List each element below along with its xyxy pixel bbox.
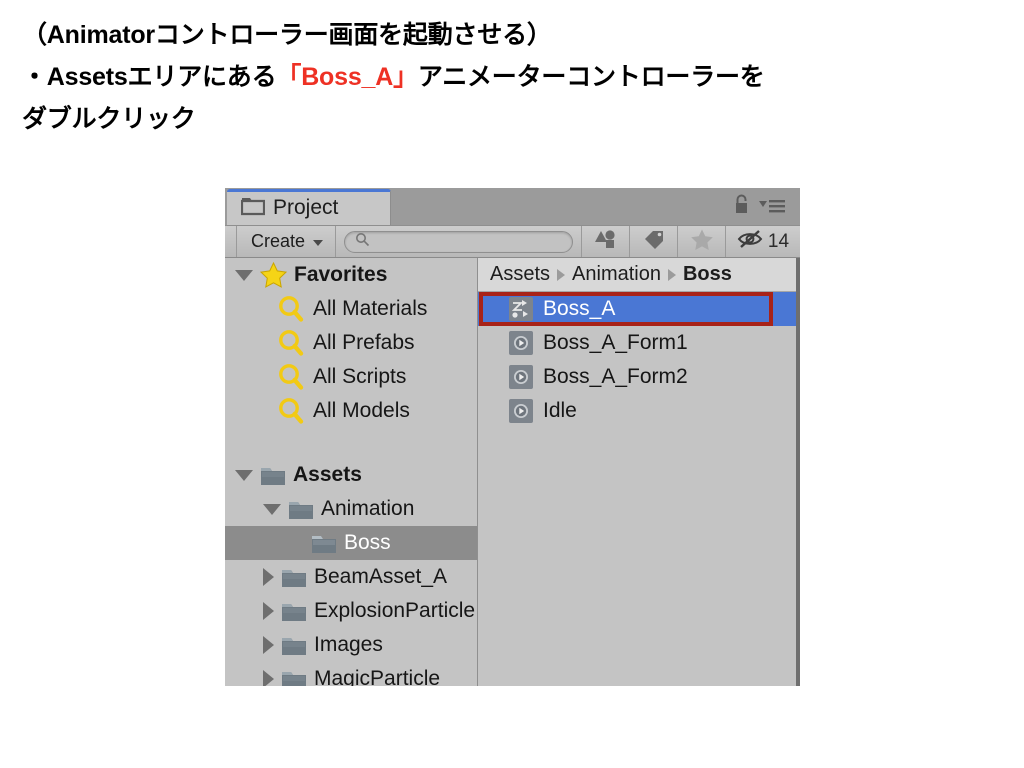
breadcrumb-item-assets[interactable]: Assets xyxy=(490,263,550,286)
tree-item-label: ExplosionParticle xyxy=(314,599,476,622)
tree-item-label: All Materials xyxy=(313,297,428,320)
hidden-assets-button[interactable]: 14 xyxy=(726,226,800,257)
triangle-closed-icon[interactable] xyxy=(263,568,274,586)
tree-item-assets[interactable]: Assets xyxy=(225,458,477,492)
search-icon xyxy=(355,232,370,252)
star-icon xyxy=(690,228,714,256)
tree-item-favorites[interactable]: Favorites xyxy=(225,258,477,292)
folder-icon xyxy=(281,669,307,686)
instruction-line-3: ダブルクリック xyxy=(22,105,196,133)
triangle-closed-icon[interactable] xyxy=(263,636,274,654)
instruction-line-1: （Animatorコントローラー画面を起動させる） xyxy=(22,21,552,49)
lock-icon[interactable] xyxy=(733,194,750,221)
tree-item-all-prefabs[interactable]: All Prefabs xyxy=(225,326,477,360)
create-button[interactable]: Create xyxy=(237,226,337,257)
animation-clip-icon xyxy=(509,399,533,423)
asset-row-boss-a[interactable]: Boss_A xyxy=(478,292,796,326)
search-icon xyxy=(277,363,306,392)
asset-row-idle[interactable]: Idle xyxy=(478,394,796,428)
toolbar-left-pad xyxy=(225,226,237,257)
tree-item-label: All Scripts xyxy=(313,365,407,388)
tree-item-label: Animation xyxy=(321,497,415,520)
search-input[interactable] xyxy=(344,230,573,253)
asset-row-boss-a-form2[interactable]: Boss_A_Form2 xyxy=(478,360,796,394)
folder-icon xyxy=(260,465,286,486)
chevron-down-icon xyxy=(313,239,324,246)
tree-item-label: MagicParticle xyxy=(314,667,441,686)
hidden-assets-count: 14 xyxy=(767,230,790,252)
triangle-closed-icon[interactable] xyxy=(263,670,274,686)
shapes-filter-icon xyxy=(593,228,619,255)
chevron-right-icon xyxy=(557,268,566,281)
asset-row-label: Boss_A_Form2 xyxy=(543,365,688,388)
hamburger-menu-icon[interactable] xyxy=(758,196,786,219)
search-icon xyxy=(277,295,306,324)
instruction-highlight-bossa: 「Boss_A」 xyxy=(276,63,418,91)
project-folder-icon xyxy=(240,196,266,221)
tree-item-label: Images xyxy=(314,633,383,656)
triangle-closed-icon[interactable] xyxy=(263,602,274,620)
asset-row-label: Boss_A_Form1 xyxy=(543,331,688,354)
tree-item-label: BeamAsset_A xyxy=(314,565,448,588)
breadcrumb-item-boss[interactable]: Boss xyxy=(683,263,732,286)
tree-item-animation[interactable]: Animation xyxy=(225,492,477,526)
triangle-open-icon[interactable] xyxy=(263,503,281,515)
tree-item-label: Boss xyxy=(344,531,391,554)
filter-by-label-button[interactable] xyxy=(630,226,678,257)
asset-row-boss-a-form1[interactable]: Boss_A_Form1 xyxy=(478,326,796,360)
tree-item-beamasset[interactable]: BeamAsset_A xyxy=(225,560,477,594)
instruction-line-2: ・Assetsエリアにある「Boss_A」アニメーターコントローラーを xyxy=(22,56,982,98)
project-body: Favorites All Materials All Prefabs All … xyxy=(225,258,800,686)
animator-controller-icon xyxy=(509,297,533,321)
unity-project-window: Project Create 14 Favorites All Material… xyxy=(225,188,800,686)
folder-icon xyxy=(281,635,307,656)
chevron-right-icon xyxy=(667,268,676,281)
asset-list: Boss_A Boss_A_Form1 Boss_A_Form2 Idle xyxy=(478,292,796,428)
tab-project[interactable]: Project xyxy=(227,189,391,225)
tree-group-spacer xyxy=(225,428,477,458)
tab-strip: Project xyxy=(225,188,800,225)
asset-row-label: Idle xyxy=(543,399,577,422)
tree-item-magicparticle[interactable]: MagicParticle xyxy=(225,662,477,686)
tree-item-label: Favorites xyxy=(294,263,388,286)
folder-icon xyxy=(311,533,337,554)
project-toolbar: Create 14 xyxy=(225,225,800,258)
star-icon xyxy=(259,261,288,288)
search-icon xyxy=(277,329,306,358)
folder-icon xyxy=(288,499,314,520)
folder-icon xyxy=(281,601,307,622)
breadcrumb: Assets Animation Boss xyxy=(478,258,796,292)
search-area xyxy=(336,226,582,257)
instruction-line-2-pre: ・Assetsエリアにある xyxy=(22,63,277,91)
folder-icon xyxy=(281,567,307,588)
search-icon xyxy=(277,397,306,426)
tree-item-label: All Prefabs xyxy=(313,331,415,354)
tab-header-icons xyxy=(733,194,786,221)
tree-item-label: All Models xyxy=(313,399,410,422)
instruction-text-block: （Animatorコントローラー画面を起動させる） ・Assetsエリアにある「… xyxy=(22,14,982,140)
eye-hidden-icon xyxy=(737,228,765,255)
tree-item-explosionparticle[interactable]: ExplosionParticle xyxy=(225,594,477,628)
tree-item-all-materials[interactable]: All Materials xyxy=(225,292,477,326)
favorite-filter-button[interactable] xyxy=(678,226,726,257)
tree-item-all-scripts[interactable]: All Scripts xyxy=(225,360,477,394)
project-tree-pane: Favorites All Materials All Prefabs All … xyxy=(225,258,478,686)
asset-row-label: Boss_A xyxy=(543,297,616,320)
animation-clip-icon xyxy=(509,331,533,355)
tree-item-all-models[interactable]: All Models xyxy=(225,394,477,428)
project-content-pane: Assets Animation Boss Boss_A Boss_A_Form… xyxy=(478,258,800,686)
tag-filter-icon xyxy=(642,228,666,255)
triangle-open-icon[interactable] xyxy=(235,269,253,281)
tab-project-label: Project xyxy=(273,196,339,219)
create-button-label: Create xyxy=(251,231,306,251)
tree-item-images[interactable]: Images xyxy=(225,628,477,662)
instruction-line-2-post: アニメーターコントローラーを xyxy=(417,63,765,91)
tree-item-boss[interactable]: Boss xyxy=(225,526,477,560)
filter-by-type-button[interactable] xyxy=(582,226,630,257)
triangle-open-icon[interactable] xyxy=(235,469,253,481)
breadcrumb-item-animation[interactable]: Animation xyxy=(572,263,661,286)
tree-item-label: Assets xyxy=(293,463,362,486)
animation-clip-icon xyxy=(509,365,533,389)
